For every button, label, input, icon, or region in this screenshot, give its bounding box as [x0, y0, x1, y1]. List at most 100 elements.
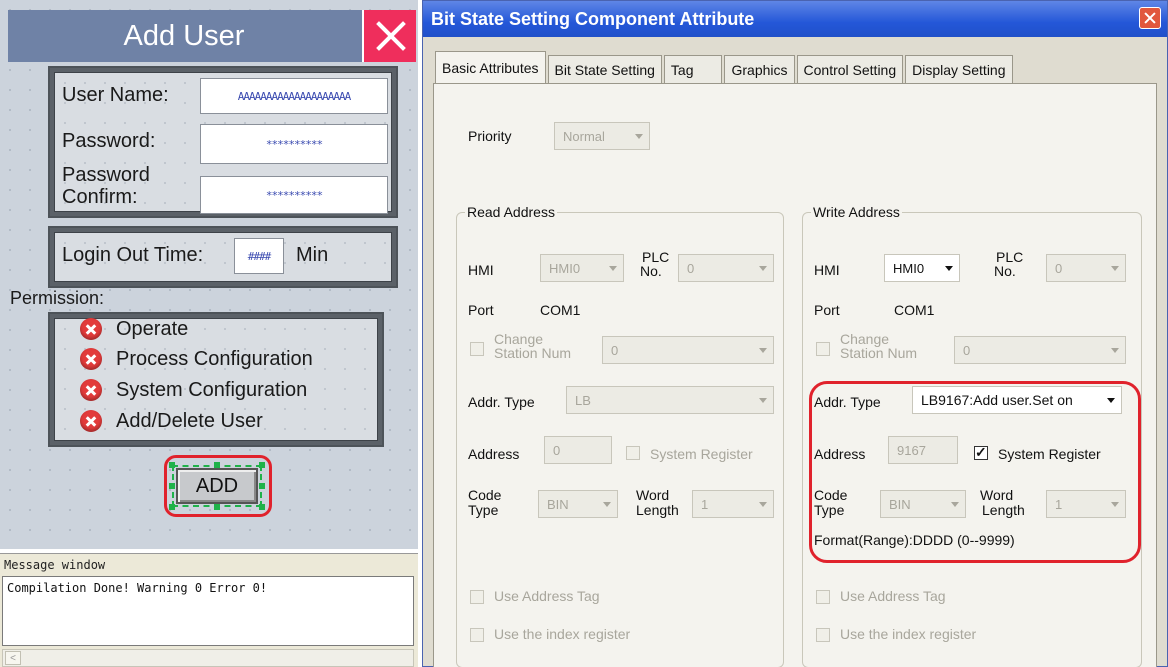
chevron-down-icon: [1107, 398, 1115, 403]
write-format-range: Format(Range):DDDD (0--9999): [814, 532, 1015, 548]
write-code-type-label-2: Type: [814, 502, 845, 518]
write-hmi-label: HMI: [814, 262, 840, 278]
write-use-index-register-checkbox[interactable]: [816, 628, 830, 642]
resize-handle[interactable]: [169, 483, 175, 489]
read-word-length-label-2: Length: [636, 502, 679, 518]
write-port-value: COM1: [894, 302, 935, 318]
user-name-field[interactable]: AAAAAAAAAAAAAAAAAAAA: [200, 78, 388, 114]
resize-handle[interactable]: [259, 462, 265, 468]
write-use-address-tag-checkbox[interactable]: [816, 590, 830, 604]
password-confirm-field[interactable]: **********: [200, 176, 388, 214]
tab-control-setting[interactable]: Control Setting: [796, 55, 904, 83]
chevron-down-icon: [1111, 348, 1119, 353]
attribute-dialog: Bit State Setting Component Attribute Ba…: [422, 0, 1168, 667]
read-address-input[interactable]: 0: [544, 436, 612, 464]
read-change-station-label: Change: [494, 331, 544, 347]
message-window: Message window Compilation Done! Warning…: [0, 553, 418, 667]
read-change-station-checkbox[interactable]: [470, 342, 484, 356]
password-label: Password:: [62, 130, 156, 152]
scroll-left-button[interactable]: <: [5, 651, 21, 665]
read-port-value: COM1: [540, 302, 581, 318]
resize-handle[interactable]: [214, 504, 220, 510]
permission-item-system-configuration[interactable]: System Configuration: [80, 377, 307, 403]
priority-label: Priority: [468, 128, 512, 144]
permission-item-add-delete-user[interactable]: Add/Delete User: [80, 408, 263, 434]
tab-tag[interactable]: Tag: [663, 55, 723, 83]
close-circle-icon: [80, 348, 102, 370]
add-user-screen: Add User User Name: AAAAAAAAAAAAAAAAAAAA…: [0, 0, 418, 549]
logout-time-field[interactable]: ####: [234, 238, 284, 274]
read-system-register-label: System Register: [650, 446, 753, 462]
chevron-down-icon: [759, 348, 767, 353]
read-word-length-label: Word: [636, 487, 670, 503]
logout-time-unit: Min: [296, 244, 329, 266]
dialog-title: Bit State Setting Component Attribute: [431, 9, 755, 29]
write-code-type-value: BIN: [889, 496, 911, 512]
permission-item-operate[interactable]: Operate: [80, 316, 188, 342]
read-word-length-select[interactable]: 1: [692, 490, 774, 518]
write-hmi-value: HMI0: [893, 260, 925, 276]
write-use-address-tag-label: Use Address Tag: [840, 588, 946, 604]
dialog-title-bar: Bit State Setting Component Attribute: [423, 1, 1167, 37]
tab-graphics[interactable]: Graphics: [724, 55, 795, 83]
resize-handle[interactable]: [259, 483, 265, 489]
resize-handle[interactable]: [259, 504, 265, 510]
chevron-down-icon: [1111, 266, 1119, 271]
priority-select[interactable]: Normal: [554, 122, 650, 150]
chevron-down-icon: [603, 502, 611, 507]
resize-handle[interactable]: [214, 462, 220, 468]
read-plc-label: PLC: [642, 249, 670, 265]
read-code-type-label: Code: [468, 487, 502, 503]
password-confirm-label-2: Confirm:: [62, 186, 138, 208]
read-change-station-select[interactable]: 0: [602, 336, 774, 364]
resize-handle[interactable]: [169, 462, 175, 468]
read-system-register-checkbox[interactable]: [626, 446, 640, 460]
permission-item-process-configuration[interactable]: Process Configuration: [80, 346, 313, 372]
write-address-title: Write Address: [811, 204, 902, 220]
add-button[interactable]: ADD: [176, 468, 258, 504]
chevron-down-icon: [759, 398, 767, 403]
write-address-input[interactable]: 9167: [888, 436, 958, 464]
write-word-length-label-2: Length: [982, 502, 1025, 518]
read-hmi-label: HMI: [468, 262, 494, 278]
tab-display-setting[interactable]: Display Setting: [905, 55, 1013, 83]
chevron-down-icon: [759, 502, 767, 507]
read-hmi-select[interactable]: HMI0: [540, 254, 624, 282]
tab-bit-state-setting[interactable]: Bit State Setting: [547, 55, 662, 83]
read-addr-type-value: LB: [575, 392, 591, 408]
message-window-title: Message window: [4, 558, 106, 572]
read-change-station-label-2: Station Num: [494, 345, 572, 361]
password-field[interactable]: **********: [200, 124, 388, 164]
read-code-type-select[interactable]: BIN: [538, 490, 618, 518]
read-addr-type-select[interactable]: LB: [566, 386, 774, 414]
write-word-length-select[interactable]: 1: [1046, 490, 1126, 518]
write-addr-type-select[interactable]: LB9167:Add user.Set on: [912, 386, 1122, 414]
close-circle-icon: [80, 318, 102, 340]
read-address-title: Read Address: [465, 204, 557, 220]
write-address-label: Address: [814, 446, 866, 462]
read-use-address-tag-checkbox[interactable]: [470, 590, 484, 604]
close-icon[interactable]: [1139, 7, 1161, 29]
read-addr-type-label: Addr. Type: [468, 394, 535, 410]
write-system-register-checkbox[interactable]: [974, 444, 988, 461]
read-use-index-register-checkbox[interactable]: [470, 628, 484, 642]
tab-body: Priority Normal Read Address HMI HMI0 PL…: [433, 83, 1157, 667]
tab-basic-attributes[interactable]: Basic Attributes: [435, 51, 546, 83]
write-change-station-checkbox[interactable]: [816, 342, 830, 356]
close-icon[interactable]: [362, 10, 416, 62]
read-plc-select[interactable]: 0: [678, 254, 774, 282]
permission-label-process-configuration: Process Configuration: [116, 347, 313, 370]
chevron-down-icon: [609, 266, 617, 271]
write-plc-select[interactable]: 0: [1046, 254, 1126, 282]
close-circle-icon: [80, 410, 102, 432]
horizontal-scrollbar[interactable]: <: [2, 649, 414, 667]
write-hmi-select[interactable]: HMI0: [884, 254, 960, 282]
message-window-text: Compilation Done! Warning 0 Error 0!: [2, 576, 414, 646]
write-change-station-select[interactable]: 0: [954, 336, 1126, 364]
tab-strip: Basic Attributes Bit State Setting Tag G…: [435, 51, 1015, 83]
write-code-type-select[interactable]: BIN: [880, 490, 966, 518]
write-plc-label: PLC: [996, 249, 1024, 265]
resize-handle[interactable]: [169, 504, 175, 510]
read-code-type-value: BIN: [547, 496, 569, 512]
priority-value: Normal: [563, 128, 605, 144]
